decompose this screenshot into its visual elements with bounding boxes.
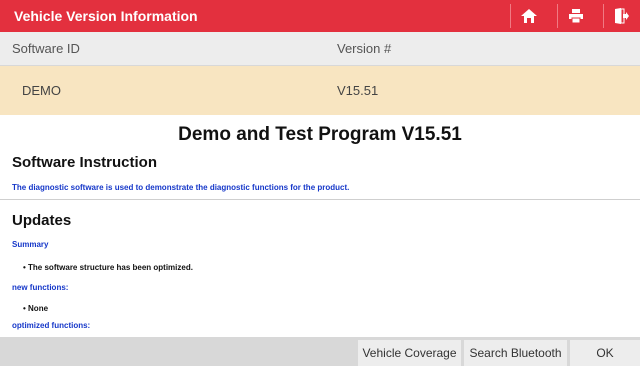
version-details-panel[interactable]: Demo and Test Program V15.51 Software In… (0, 116, 640, 337)
section-title-software-instruction: Software Instruction (12, 154, 158, 171)
program-title: Demo and Test Program V15.51 (178, 124, 462, 145)
print-icon (569, 9, 583, 23)
window-title: Vehicle Version Information (14, 8, 198, 24)
print-button[interactable] (557, 4, 594, 28)
search-bluetooth-button[interactable]: Search Bluetooth (464, 340, 567, 366)
cell-software-id: DEMO (22, 83, 61, 98)
footer-bar: Vehicle Coverage Search Bluetooth OK (0, 337, 640, 366)
new-functions-item: • None (23, 304, 49, 313)
cell-version: V15.51 (337, 83, 379, 98)
table-row[interactable]: DEMO V15.51 (0, 66, 640, 115)
home-button[interactable] (510, 4, 547, 28)
vehicle-coverage-button[interactable]: Vehicle Coverage (358, 340, 461, 366)
table-header: Software ID Version # (0, 32, 640, 66)
column-header-software-id: Software ID (12, 41, 80, 56)
column-header-version: Version # (337, 41, 392, 56)
home-icon (521, 9, 537, 23)
exit-button[interactable] (603, 4, 640, 28)
software-instruction-text: The diagnostic software is used to demon… (12, 183, 350, 192)
title-bar: Vehicle Version Information (0, 0, 640, 32)
exit-icon (615, 8, 629, 24)
summary-label: Summary (12, 240, 49, 249)
new-functions-label: new functions: (12, 283, 69, 292)
optimized-functions-label: optimized functions: (12, 321, 91, 330)
section-title-updates: Updates (12, 212, 72, 229)
ok-button[interactable]: OK (570, 340, 640, 366)
summary-item: • The software structure has been optimi… (23, 263, 193, 272)
divider (0, 199, 640, 200)
